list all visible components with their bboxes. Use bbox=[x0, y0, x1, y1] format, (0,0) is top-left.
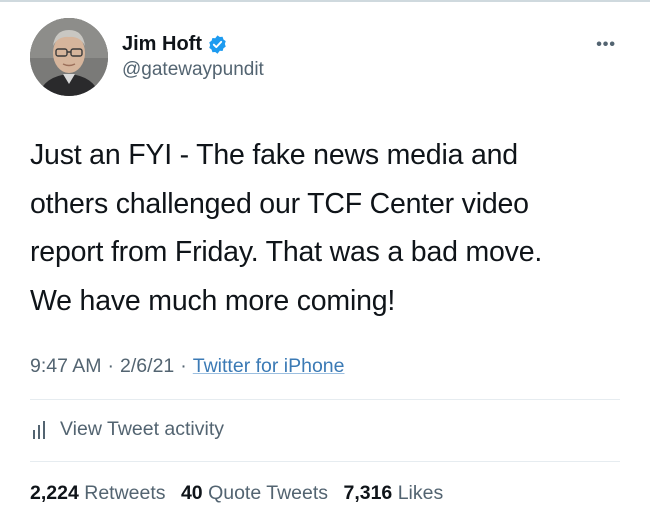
tweet-header: Jim Hoft @gatewaypundit ••• bbox=[30, 18, 630, 98]
meta-separator: · bbox=[107, 355, 115, 377]
likes-stat[interactable]: 7,316 Likes bbox=[343, 482, 443, 504]
divider bbox=[30, 399, 620, 400]
author-handle[interactable]: @gatewaypundit bbox=[122, 59, 264, 81]
likes-count: 7,316 bbox=[343, 482, 393, 504]
tweet-time: 9:47 AM bbox=[30, 355, 102, 377]
view-tweet-activity-button[interactable]: View Tweet activity bbox=[32, 418, 224, 441]
view-tweet-activity-label: View Tweet activity bbox=[60, 418, 225, 440]
avatar-photo bbox=[30, 18, 108, 96]
bar-chart-icon bbox=[32, 420, 50, 440]
author-display-name[interactable]: Jim Hoft bbox=[122, 33, 202, 56]
more-options-icon[interactable]: ••• bbox=[596, 36, 616, 54]
retweets-label: Retweets bbox=[84, 482, 166, 504]
quote-tweets-count: 40 bbox=[180, 482, 203, 504]
tweet-meta: 9:47 AM · 2/6/21 · Twitter for iPhone bbox=[30, 355, 345, 378]
divider bbox=[30, 461, 620, 462]
tweet-text: Just an FYI - The fake news media and ot… bbox=[30, 139, 543, 317]
likes-label: Likes bbox=[397, 482, 444, 504]
tweet-stats: 2,224 Retweets 40 Quote Tweets 7,316 Lik… bbox=[30, 482, 453, 505]
top-divider bbox=[0, 0, 650, 2]
quote-tweets-stat[interactable]: 40 Quote Tweets bbox=[181, 482, 328, 504]
tweet-date: 2/6/21 bbox=[120, 355, 175, 377]
quote-tweets-label: Quote Tweets bbox=[208, 482, 329, 504]
retweets-stat[interactable]: 2,224 Retweets bbox=[30, 482, 166, 504]
meta-separator: · bbox=[180, 355, 187, 377]
verified-badge-icon bbox=[207, 34, 228, 55]
retweets-count: 2,224 bbox=[30, 482, 79, 504]
avatar[interactable] bbox=[30, 18, 108, 96]
tweet-source-link[interactable]: Twitter for iPhone bbox=[193, 355, 345, 377]
display-name-row: Jim Hoft bbox=[122, 32, 264, 56]
author-names: Jim Hoft @gatewaypundit bbox=[122, 32, 264, 81]
